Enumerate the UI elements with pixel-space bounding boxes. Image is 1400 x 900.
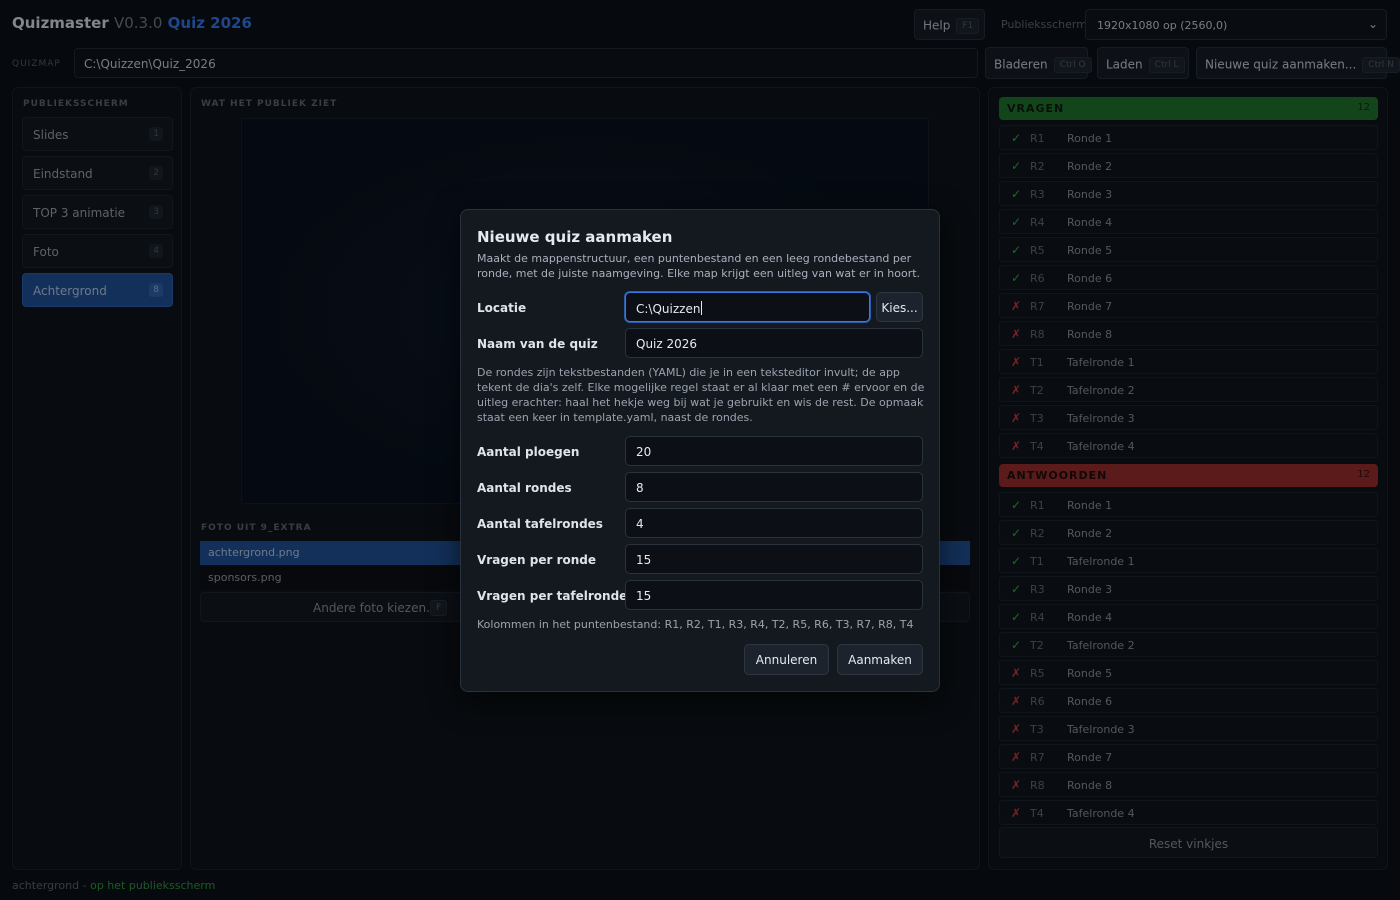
teams-input[interactable]: 20 [625,436,923,466]
columns-note: Kolommen in het puntenbestand: R1, R2, T… [477,618,914,631]
rounds-label: Aantal rondes [477,481,572,495]
questions-per-table-round-label: Vragen per tafelronde [477,589,628,603]
create-button[interactable]: Aanmaken [837,644,923,675]
rounds-input[interactable]: 8 [625,472,923,502]
dialog-description: Maakt de mappenstructuur, een puntenbest… [477,252,921,280]
table-rounds-input[interactable]: 4 [625,508,923,538]
quiz-name-label: Naam van de quiz [477,337,598,351]
table-rounds-label: Aantal tafelrondes [477,517,603,531]
quiz-name-input[interactable]: Quiz 2026 [625,328,923,358]
new-quiz-dialog: Nieuwe quiz aanmaken Maakt de mappenstru… [460,209,940,692]
location-label: Locatie [477,301,527,315]
questions-per-round-label: Vragen per ronde [477,553,597,567]
teams-label: Aantal ploegen [477,445,580,459]
cancel-button[interactable]: Annuleren [744,644,829,675]
questions-per-table-round-input[interactable]: 15 [625,580,923,610]
yaml-explanation: De rondes zijn tekstbestanden (YAML) die… [477,366,925,424]
dialog-title: Nieuwe quiz aanmaken [477,228,673,246]
questions-per-round-input[interactable]: 15 [625,544,923,574]
location-input[interactable]: C:\Quizzen [625,292,870,322]
choose-location-button[interactable]: Kies... [876,292,923,322]
